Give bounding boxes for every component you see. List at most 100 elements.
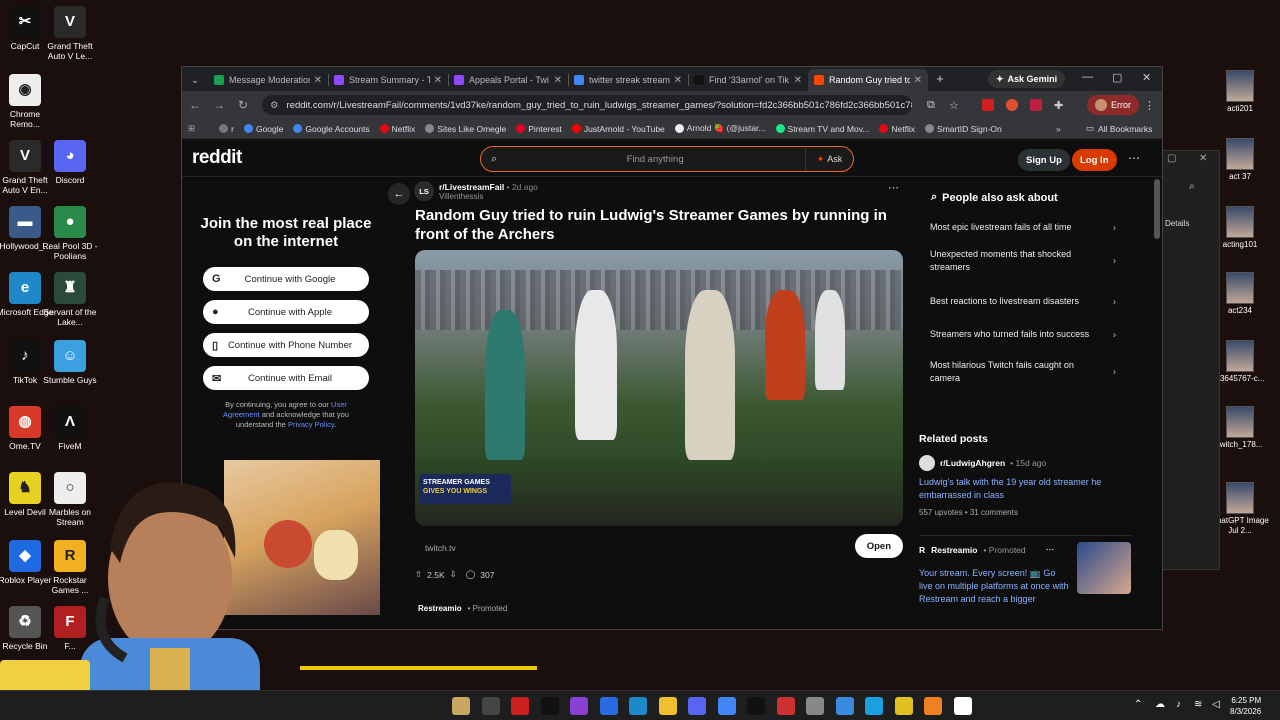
tab[interactable]: Appeals Portal - Twi ✕ xyxy=(448,69,568,91)
microphone-icon[interactable]: ♪ xyxy=(1176,699,1181,710)
tab-close-icon[interactable]: ✕ xyxy=(914,75,922,86)
next-post-sub[interactable]: Restreamio xyxy=(418,604,462,613)
volume-icon[interactable]: ◁ xyxy=(1212,699,1220,710)
bookmark[interactable]: Google xyxy=(243,123,283,134)
bookmark[interactable]: JustArnold - YouTube xyxy=(571,123,665,134)
taskbar-app-icon[interactable] xyxy=(629,697,647,715)
bookmark[interactable]: Google Accounts xyxy=(293,123,370,134)
promo-thumbnail[interactable] xyxy=(1077,542,1131,594)
downvote-icon[interactable]: ⇩ xyxy=(450,569,457,580)
wifi-icon[interactable]: ≋ xyxy=(1194,699,1202,710)
search-input[interactable]: ⌕ Find anything ✦ Ask xyxy=(480,146,854,172)
promo-options-icon[interactable]: ⋯ xyxy=(1046,544,1055,555)
people-also-ask-item[interactable]: Best reactions to livestream disasters › xyxy=(930,295,1120,308)
extensions-puzzle-icon[interactable]: ✚ xyxy=(1054,99,1063,112)
continue-button[interactable]: ● Continue with Apple xyxy=(203,300,369,324)
desktop-icon[interactable]: ● Real Pool 3D - Poolians xyxy=(40,206,100,261)
bookmark[interactable]: Sites Like Omegle xyxy=(425,123,506,134)
details-button[interactable]: Details xyxy=(1165,219,1189,228)
promo-text[interactable]: Your stream. Every screen! 📺 Go live on … xyxy=(919,567,1069,606)
taskbar-app-icon[interactable] xyxy=(894,697,913,715)
site-info-icon[interactable]: ⚙ xyxy=(270,100,279,111)
bookmark[interactable]: Stream TV and Mov... xyxy=(775,123,869,134)
comment-icon[interactable]: ◯ xyxy=(466,569,476,580)
comment-count[interactable]: 307 xyxy=(480,570,494,580)
menu-icon[interactable]: ⋮ xyxy=(1144,99,1155,112)
continue-button[interactable]: ▯ Continue with Phone Number xyxy=(203,333,369,357)
desktop-icon[interactable]: V Grand Theft Auto V Le... xyxy=(40,6,100,61)
more-bookmarks-icon[interactable]: » xyxy=(1056,124,1061,134)
upvote-icon[interactable]: ⇧ xyxy=(415,569,422,580)
reddit-logo[interactable]: reddit xyxy=(192,147,242,169)
tab[interactable]: Stream Summary - T ✕ xyxy=(328,69,448,91)
more-options-icon[interactable]: ⋯ xyxy=(1128,151,1140,165)
reload-icon[interactable]: ↻ xyxy=(236,98,250,112)
desktop-icon[interactable]: ♜ Servant of the Lake... xyxy=(40,272,100,327)
post-options-icon[interactable]: ⋯ xyxy=(888,181,899,194)
subreddit-link[interactable]: r/LivestreamFail xyxy=(439,182,504,192)
taskbar-app-icon[interactable] xyxy=(511,697,529,715)
taskbar-app-icon[interactable] xyxy=(747,697,765,715)
people-also-ask-item[interactable]: Streamers who turned fails into success › xyxy=(930,328,1120,341)
taskbar-app-icon[interactable] xyxy=(865,697,883,715)
bookmark[interactable]: Netflix xyxy=(379,123,415,134)
tab-close-icon[interactable]: ✕ xyxy=(434,75,442,86)
taskbar-app-icon[interactable] xyxy=(540,697,559,715)
related-post-title[interactable]: Ludwig's talk with the 19 year old strea… xyxy=(919,476,1119,502)
forward-icon[interactable]: → xyxy=(212,98,226,112)
tray-chevron-icon[interactable]: ⌃ xyxy=(1134,699,1142,710)
taskbar-app-icon[interactable] xyxy=(717,697,736,715)
install-icon[interactable]: ⧉ xyxy=(927,99,935,112)
bookmark[interactable]: Arnold 🍓 (@justar... xyxy=(674,123,766,134)
bookmark[interactable]: Pinterest xyxy=(516,123,562,134)
post-author[interactable]: Villenthessis xyxy=(439,192,538,201)
taskbar-app-icon[interactable] xyxy=(835,697,854,715)
extension-icon[interactable] xyxy=(1006,99,1018,111)
taskbar-app-icon[interactable] xyxy=(688,697,706,715)
back-button[interactable]: ← xyxy=(388,183,410,205)
desktop-icon[interactable]: ☺ Stumble Guys xyxy=(40,340,100,385)
apps-grid-icon[interactable]: ⊞ xyxy=(188,123,195,134)
taskbar-app-icon[interactable] xyxy=(452,697,470,715)
ask-button[interactable]: ✦ Ask xyxy=(805,147,853,171)
tab[interactable]: twitter streak stream ✕ xyxy=(568,69,688,91)
tab[interactable]: Message Moderation ✕ xyxy=(208,69,328,91)
scrollbar[interactable] xyxy=(1154,179,1160,239)
post-title[interactable]: Random Guy tried to ruin Ludwig's Stream… xyxy=(415,206,905,244)
desktop-file[interactable]: acti201 xyxy=(1210,70,1270,114)
url-bar[interactable]: ⚙ reddit.com/r/LivestreamFail/comments/1… xyxy=(262,95,912,115)
taskbar-app-icon[interactable] xyxy=(806,697,824,715)
extension-icon[interactable] xyxy=(982,99,994,111)
desktop-icon[interactable]: ◕ Discord xyxy=(40,140,100,185)
profile-error-button[interactable]: Error xyxy=(1087,95,1139,115)
minimize-icon[interactable]: — xyxy=(1082,71,1093,83)
taskbar-app-icon[interactable] xyxy=(481,697,500,715)
bg-window-minimize[interactable]: ▢ xyxy=(1167,153,1176,164)
people-also-ask-item[interactable]: Most epic livestream fails of all time › xyxy=(930,221,1120,234)
back-icon[interactable]: ← xyxy=(188,98,202,112)
login-button[interactable]: Log In xyxy=(1072,149,1117,171)
tab-close-icon[interactable]: ✕ xyxy=(794,75,802,86)
tab[interactable]: Find '33arnol' on Tik ✕ xyxy=(688,69,808,91)
close-icon[interactable]: ✕ xyxy=(1142,71,1151,84)
post-video-thumbnail[interactable]: STREAMER GAMES GIVES YOU WINGS xyxy=(415,250,903,526)
continue-button[interactable]: G Continue with Google xyxy=(203,267,369,291)
search-icon[interactable]: ⌕ xyxy=(1189,181,1195,192)
signup-button[interactable]: Sign Up xyxy=(1018,149,1070,171)
tab-close-icon[interactable]: ✕ xyxy=(314,75,322,86)
bg-window-close[interactable]: ✕ xyxy=(1199,153,1207,164)
cloud-icon[interactable]: ☁ xyxy=(1155,699,1165,710)
taskbar-app-icon[interactable] xyxy=(953,697,972,715)
bookmark-star-icon[interactable]: ☆ xyxy=(949,99,959,112)
bookmark[interactable]: Netflix xyxy=(879,123,915,134)
tab-close-icon[interactable]: ✕ xyxy=(674,75,682,86)
taskbar-app-icon[interactable] xyxy=(599,697,618,715)
bookmark[interactable]: r xyxy=(219,123,234,134)
people-also-ask-item[interactable]: Unexpected moments that shocked streamer… xyxy=(930,248,1120,274)
extension-icon[interactable] xyxy=(1030,99,1042,111)
tab-close-icon[interactable]: ✕ xyxy=(554,75,562,86)
related-sub[interactable]: r/LudwigAhgren xyxy=(940,458,1005,468)
taskbar-app-icon[interactable] xyxy=(924,697,942,715)
taskbar-app-icon[interactable] xyxy=(776,697,795,715)
desktop-icon[interactable]: ◉ Chrome Remo... xyxy=(0,74,55,129)
